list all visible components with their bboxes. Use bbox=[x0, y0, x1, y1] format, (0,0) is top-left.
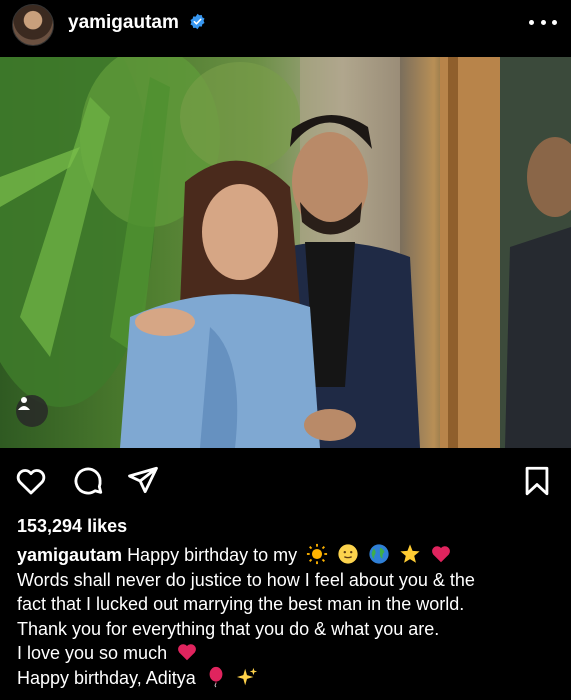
star-emoji bbox=[400, 544, 420, 563]
user-tag-icon[interactable] bbox=[16, 395, 48, 427]
caption-text-6: Happy birthday, Aditya bbox=[17, 667, 196, 688]
caption-text-1: Happy birthday to my bbox=[127, 545, 298, 565]
bookmark-icon[interactable] bbox=[520, 464, 554, 498]
caption-username[interactable]: yamigautam bbox=[17, 545, 122, 565]
action-bar bbox=[0, 458, 571, 506]
globe-emoji bbox=[369, 544, 389, 564]
photo-illustration bbox=[0, 57, 571, 448]
verified-badge-icon bbox=[190, 13, 205, 30]
comment-icon[interactable] bbox=[71, 464, 105, 498]
caption-line-4: Thank you for everything that you do & w… bbox=[17, 618, 440, 639]
caption-line-6: Happy birthday, Aditya bbox=[17, 666, 557, 691]
sun-emoji bbox=[307, 543, 328, 565]
post-header: yamigautam bbox=[0, 0, 571, 57]
likes-count[interactable]: 153,294 likes bbox=[17, 516, 127, 537]
caption-line-2: Words shall never do justice to how I fe… bbox=[17, 569, 475, 590]
red-heart-emoji bbox=[432, 546, 451, 563]
smile-face-emoji bbox=[338, 544, 358, 564]
caption-text-5: I love you so much bbox=[17, 643, 168, 663]
heart-icon[interactable] bbox=[14, 464, 48, 498]
balloon-emoji bbox=[209, 666, 223, 687]
caption-line-3: fact that I lucked out marrying the best… bbox=[17, 594, 465, 614]
caption: yamigautam Happy birthday to my Words sh… bbox=[17, 543, 557, 690]
caption-line-5: I love you so much bbox=[17, 641, 557, 666]
more-options-icon[interactable] bbox=[529, 12, 557, 32]
send-icon[interactable] bbox=[126, 464, 160, 498]
sparkles-emoji bbox=[236, 667, 257, 685]
caption-line-1: yamigautam Happy birthday to my bbox=[17, 543, 557, 568]
red-heart-emoji bbox=[178, 644, 197, 661]
avatar[interactable] bbox=[12, 4, 54, 46]
post-photo[interactable] bbox=[0, 57, 571, 448]
username[interactable]: yamigautam bbox=[68, 12, 179, 34]
